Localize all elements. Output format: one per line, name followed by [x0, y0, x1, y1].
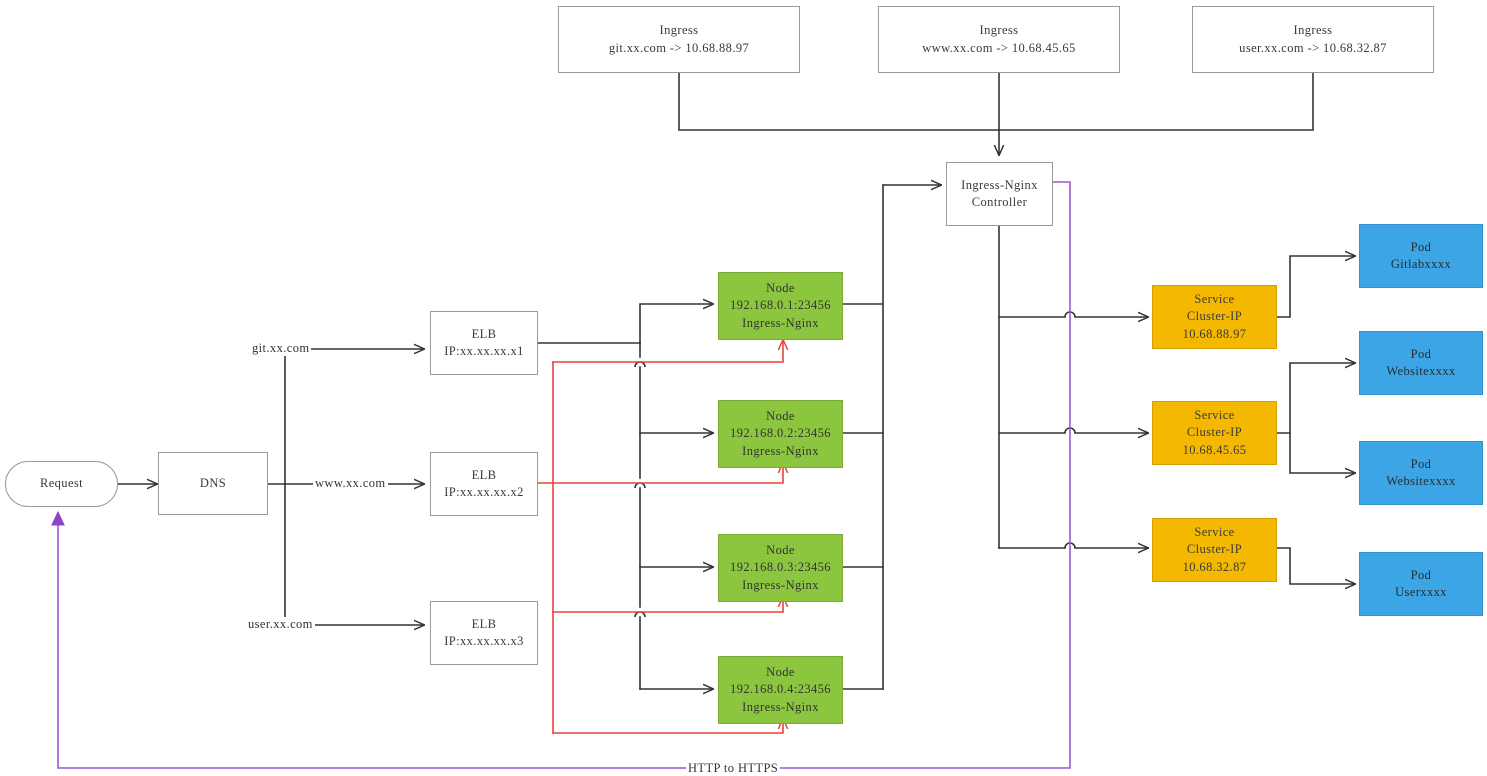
- domain-label-user: user.xx.com: [246, 617, 315, 632]
- pod-name: Userxxxx: [1395, 585, 1447, 599]
- node-role: Ingress-Nginx: [742, 315, 819, 330]
- node-title: Node: [766, 665, 795, 680]
- service-box-3[interactable]: Service Cluster-IP 10.68.32.87: [1152, 518, 1277, 582]
- dns-node[interactable]: DNS: [158, 452, 268, 515]
- pod-title: Pod: [1410, 567, 1432, 582]
- http-to-https-label: HTTP to HTTPS: [686, 761, 781, 776]
- domain-label-git: git.xx.com: [250, 341, 312, 356]
- node-role: Ingress-Nginx: [742, 577, 819, 592]
- ingress-title: Ingress: [979, 23, 1019, 38]
- elb-title: ELB: [471, 326, 497, 341]
- pod-name: Websitexxxx: [1386, 474, 1456, 488]
- service-kind: Cluster-IP: [1186, 542, 1243, 557]
- node-title: Node: [766, 409, 795, 424]
- pod-title: Pod: [1410, 346, 1432, 361]
- service-title: Service: [1194, 525, 1235, 540]
- ingress-box-www[interactable]: Ingress www.xx.com -> 10.68.45.65: [878, 6, 1120, 73]
- controller-line-1: Ingress-Nginx: [961, 177, 1038, 192]
- ingress-nginx-controller[interactable]: Ingress-Nginx Controller: [946, 162, 1053, 226]
- node-title: Node: [766, 543, 795, 558]
- elb-title: ELB: [471, 467, 497, 482]
- service-ip: 10.68.32.87: [1182, 559, 1247, 574]
- request-node[interactable]: Request: [5, 461, 118, 507]
- ingress-title: Ingress: [1293, 23, 1333, 38]
- elb-ip: IP:xx.xx.xx.x2: [444, 485, 524, 499]
- ingress-box-git[interactable]: Ingress git.xx.com -> 10.68.88.97: [558, 6, 800, 73]
- pod-box-website-2[interactable]: Pod Websitexxxx: [1359, 441, 1483, 505]
- node-address: 192.168.0.1:23456: [730, 298, 831, 313]
- elb-ip: IP:xx.xx.xx.x3: [444, 634, 524, 648]
- pod-box-website-1[interactable]: Pod Websitexxxx: [1359, 331, 1483, 395]
- elb-title: ELB: [471, 616, 497, 631]
- elb-box-3[interactable]: ELB IP:xx.xx.xx.x3: [430, 601, 538, 665]
- node-role: Ingress-Nginx: [742, 699, 819, 714]
- diagram-canvas: Ingress git.xx.com -> 10.68.88.97 Ingres…: [0, 0, 1487, 776]
- elb-box-2[interactable]: ELB IP:xx.xx.xx.x2: [430, 452, 538, 516]
- black-jump-arcs: [634, 361, 646, 618]
- pod-name: Websitexxxx: [1386, 364, 1456, 378]
- service-box-1[interactable]: Service Cluster-IP 10.68.88.97: [1152, 285, 1277, 349]
- ingress-rule: www.xx.com -> 10.68.45.65: [922, 40, 1076, 55]
- node-address: 192.168.0.4:23456: [730, 682, 831, 697]
- service-title: Service: [1194, 292, 1235, 307]
- pod-box-user[interactable]: Pod Userxxxx: [1359, 552, 1483, 616]
- node-title: Node: [766, 281, 795, 296]
- k8s-node-1[interactable]: Node 192.168.0.1:23456 Ingress-Nginx: [718, 272, 843, 340]
- elb-box-1[interactable]: ELB IP:xx.xx.xx.x1: [430, 311, 538, 375]
- service-ip: 10.68.88.97: [1182, 326, 1247, 341]
- ingress-title: Ingress: [659, 23, 699, 38]
- domain-label-www: www.xx.com: [313, 476, 388, 491]
- service-box-2[interactable]: Service Cluster-IP 10.68.45.65: [1152, 401, 1277, 465]
- pod-title: Pod: [1410, 239, 1432, 254]
- purple-jump-arcs: [1064, 311, 1076, 549]
- k8s-node-4[interactable]: Node 192.168.0.4:23456 Ingress-Nginx: [718, 656, 843, 724]
- k8s-node-2[interactable]: Node 192.168.0.2:23456 Ingress-Nginx: [718, 400, 843, 468]
- service-kind: Cluster-IP: [1186, 309, 1243, 324]
- pod-title: Pod: [1410, 456, 1432, 471]
- controller-line-2: Controller: [971, 195, 1028, 209]
- service-ip: 10.68.45.65: [1182, 442, 1247, 457]
- ingress-rule: user.xx.com -> 10.68.32.87: [1239, 40, 1387, 55]
- elb-ip: IP:xx.xx.xx.x1: [444, 344, 524, 358]
- dns-label: DNS: [199, 475, 227, 490]
- request-label: Request: [39, 476, 84, 491]
- pod-box-gitlab[interactable]: Pod Gitlabxxxx: [1359, 224, 1483, 288]
- k8s-node-3[interactable]: Node 192.168.0.3:23456 Ingress-Nginx: [718, 534, 843, 602]
- node-address: 192.168.0.2:23456: [730, 426, 831, 441]
- service-title: Service: [1194, 408, 1235, 423]
- node-role: Ingress-Nginx: [742, 443, 819, 458]
- service-kind: Cluster-IP: [1186, 425, 1243, 440]
- pod-name: Gitlabxxxx: [1390, 257, 1452, 271]
- node-address: 192.168.0.3:23456: [730, 560, 831, 575]
- ingress-box-user[interactable]: Ingress user.xx.com -> 10.68.32.87: [1192, 6, 1434, 73]
- ingress-rule: git.xx.com -> 10.68.88.97: [608, 40, 750, 55]
